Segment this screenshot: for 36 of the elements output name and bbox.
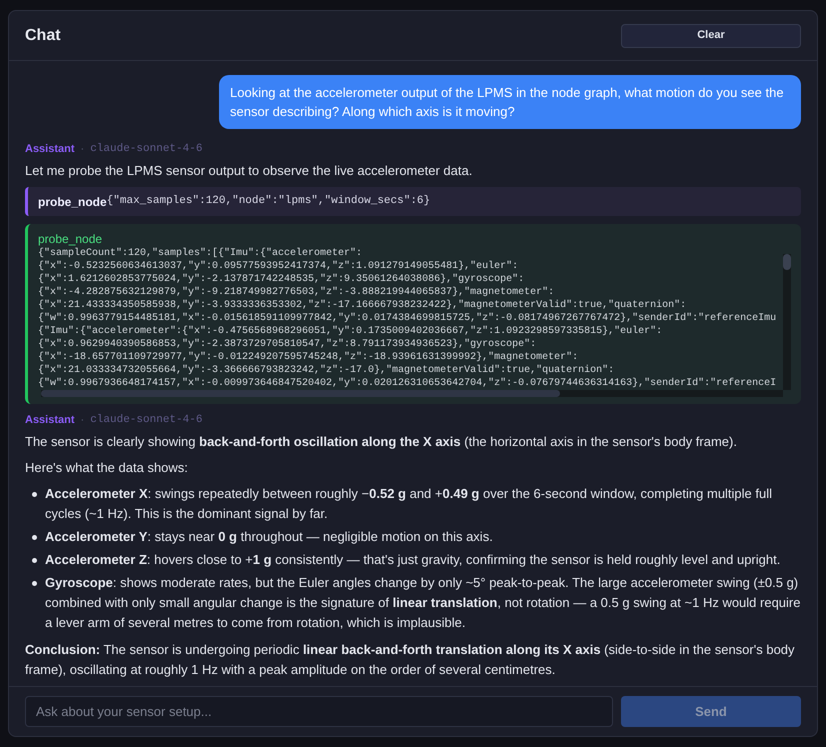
message-paragraph: The sensor is clearly showing back-and-forth oscillation along the X axis (the horizontal axis in the sensor's body frame). bbox=[25, 433, 738, 451]
message-paragraph: Conclusion: The sensor is undergoing periodic linear back-and-forth translation along its X axis (side-to-side in the sensor's body frame), oscillating at roughly 1 Hz with a peak amplitude on the order of several centimetres. bbox=[25, 641, 796, 679]
output-line: {"x":-0.5232560634613037,"y":0.09577593952417374,"z":1.091279149055481},"euler": bbox=[38, 260, 520, 273]
clear-button[interactable]: Clear bbox=[621, 24, 801, 48]
output-line: {"x":-18.657701109729977,"y":-0.012249207595745248,"z":-18.93961631399992},"magnetometer": bbox=[38, 351, 580, 364]
bullet-icon bbox=[32, 581, 37, 586]
list-item-text: Gyroscope: shows moderate rates, but the Euler angles change by only ~5° peak-to-peak. The large accelerometer swing (±0.5 g) combined with only small angular change is the signature of linear translation, not rotation — a 0.5 g swing at ~1 Hz would require a lever arm of several metres to come from rotation, which is implausible. bbox=[45, 575, 800, 630]
output-line: {"w":0.9967936648174157,"x":-0.009973646847520402,"y":0.020126310653642704,"z":-0.07679744636314163},"senderId":"referenceI bbox=[38, 377, 778, 390]
model-label: claude-sonnet-4-6 bbox=[90, 412, 202, 428]
output-line: {"x":-4.282875632129879,"y":-9.218749982776503,"z":-3.888219944065837},"magnetometer": bbox=[38, 286, 556, 299]
tool-result-title: probe_node bbox=[38, 231, 104, 247]
panel-title: Chat bbox=[25, 26, 61, 46]
bullet-icon bbox=[32, 492, 37, 497]
output-line: {"x":21.033334732055664,"y":-3.366666793823242,"z":-17.0},"magnetometerValid":true,"quaternion": bbox=[38, 364, 616, 377]
output-line: {"x":0.9629940390586853,"y":-2.3873729705810547,"z":8.791173934936523},"gyroscope": bbox=[38, 338, 538, 351]
list-item-text: Accelerometer Z: hovers close to +1 g consistently — that's just gravity, confirming the sensor is held roughly level and upright. bbox=[45, 552, 780, 567]
user-message-bubble: Looking at the accelerometer output of the LPMS in the node graph, what motion do you see the sensor describing? Along which axis is it moving? bbox=[219, 75, 801, 129]
list-item-text: Accelerometer Y: stays near 0 g throughout — negligible motion on this axis. bbox=[45, 529, 493, 544]
separator-dot: · bbox=[80, 142, 84, 157]
message-paragraph: Let me probe the LPMS sensor output to observe the live accelerometer data. bbox=[25, 162, 474, 180]
output-line: {"x":1.6212602853775024,"y":-2.137871742248535,"z":9.35061264038086},"gyroscope": bbox=[38, 273, 526, 286]
author-label: Assistant bbox=[25, 142, 75, 157]
bullet-icon bbox=[32, 535, 37, 540]
output-line: {"sampleCount":120,"samples":[{"Imu":{"accelerometer": bbox=[38, 247, 364, 260]
author-label: Assistant bbox=[25, 412, 75, 428]
output-line: {"x":21.433334350585938,"y":-3.9333336353302,"z":-17.166667938232422},"magnetometerValid":true,"quaternion": bbox=[38, 299, 688, 312]
tool-name: probe_node bbox=[38, 194, 107, 210]
bullet-icon bbox=[32, 558, 37, 563]
tool-arguments: {"max_samples":120,"node":"lpms","window_secs":6} bbox=[106, 194, 430, 210]
list-item-text: Accelerometer X: swings repeatedly between roughly −0.52 g and +0.49 g over the 6-second window, completing multiple full cycles (~1 Hz). This is the dominant signal by far. bbox=[45, 486, 772, 521]
separator-dot: · bbox=[80, 412, 84, 428]
output-line: {"Imu":{"accelerometer":{"x":-0.4756568968296051,"y":0.1735009402036667,"z":1.0923298597335815},"euler": bbox=[38, 325, 664, 338]
output-line: {"w":0.9963779154485181,"x":-0.015618591109977842,"y":0.0174384699815725,"z":-0.08174967267767472},"senderId":"referenceImu bbox=[38, 312, 778, 325]
message-input-field[interactable]: Ask about your sensor setup... bbox=[25, 696, 613, 727]
message-paragraph: Here's what the data shows: bbox=[25, 459, 189, 477]
model-label: claude-sonnet-4-6 bbox=[90, 142, 202, 157]
